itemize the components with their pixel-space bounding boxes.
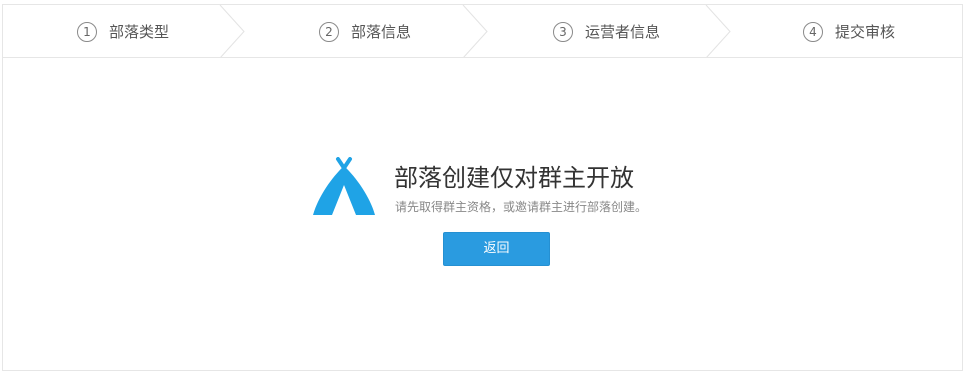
notice-heading: 部落创建仅对群主开放	[394, 164, 634, 192]
back-button[interactable]: 返回	[443, 232, 550, 266]
notice-subtext: 请先取得群主资格，或邀请群主进行部落创建。	[395, 200, 648, 214]
tent-icon	[313, 157, 375, 215]
page-frame: 1 部落类型 2 部落信息 3 运营者信息 4 提交审核 部落创建仅对群主开放 …	[2, 4, 963, 371]
notice-panel: 部落创建仅对群主开放 请先取得群主资格，或邀请群主进行部落创建。 返回	[3, 5, 962, 370]
